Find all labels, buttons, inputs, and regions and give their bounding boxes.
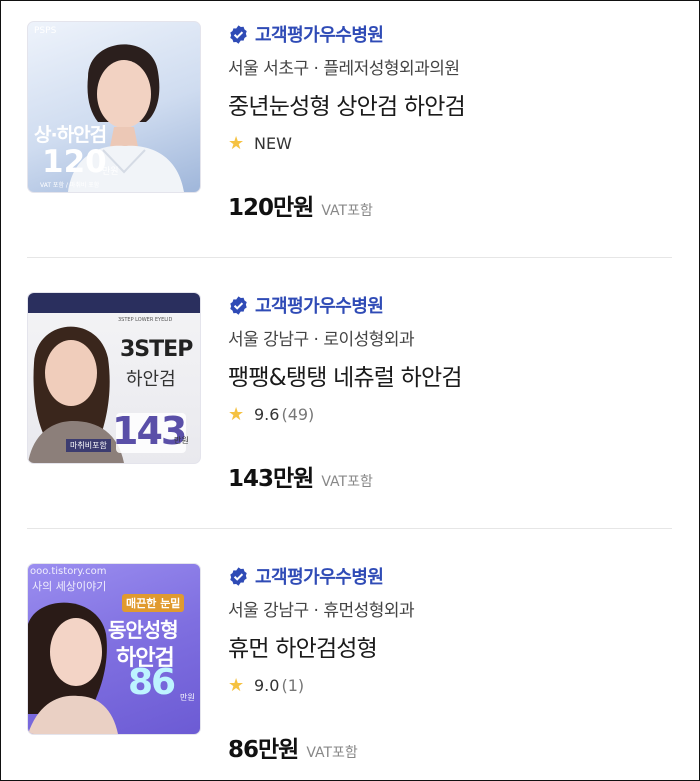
thumb-tag: 매끈한 눈밑 [122, 594, 185, 612]
price-row: 86만원 VAT포함 [228, 730, 358, 764]
thumb-subtitle: 3STEP LOWER EYELID [118, 317, 173, 323]
rating-score: 9.6 [254, 404, 280, 424]
thumb-headline: 상·하안검 [34, 124, 107, 146]
badge-label: 고객평가우수병원 [255, 25, 384, 46]
price: 120만원 [228, 195, 314, 221]
rating-new-label: NEW [254, 133, 292, 153]
thumb-watermark: ooo.tistory.com [30, 566, 107, 577]
thumb-watermark-2: 사의 세상이야기 [32, 580, 107, 593]
thumb-headline-1: 동안성형 [108, 618, 179, 642]
thumb-headline-2: 하안검 [126, 369, 176, 390]
divider [27, 257, 672, 258]
listing-thumbnail[interactable]: 3STEP LOWER EYELID 3STEP 하안검 143 만원 마취비포… [27, 292, 201, 464]
thumb-price-chip: 120 만원 [28, 144, 140, 182]
listing-info: 고객평가우수병원 서울 서초구 · 플레저성형외과의원 중년눈성형 상안검 하안… [228, 22, 668, 154]
price: 143만원 [228, 466, 314, 492]
star-icon: ★ [228, 674, 245, 696]
review-count: (1) [281, 675, 305, 695]
verified-badge: 고객평가우수병원 [228, 22, 668, 46]
badge-label: 고객평가우수병원 [255, 296, 384, 317]
star-icon: ★ [228, 132, 245, 154]
verified-badge: 고객평가우수병원 [228, 293, 668, 317]
vat-label: VAT포함 [306, 745, 358, 761]
verified-badge: 고객평가우수병원 [228, 564, 668, 588]
thumb-note: VAT 포함 / 마취비 포함 [40, 182, 100, 189]
vat-label: VAT포함 [321, 474, 373, 490]
rating-row: ★ 9.6 (49) [228, 403, 668, 425]
thumb-price-unit: 만원 [102, 167, 119, 177]
badge-label: 고객평가우수병원 [255, 567, 384, 588]
verified-check-icon [230, 566, 247, 586]
thumb-price-value: 120 [42, 144, 107, 180]
thumb-price-value: 143 [112, 409, 187, 453]
listing-info: 고객평가우수병원 서울 강남구 · 로이성형외과 팽팽&탱탱 네츄럴 하안검 ★… [228, 293, 668, 425]
listing-thumbnail[interactable]: PSPS 상·하안검 120 만원 VAT 포함 / 마취비 포함 [27, 21, 201, 193]
divider [27, 528, 672, 529]
clinic-location: 서울 강남구 · 로이성형외과 [228, 330, 415, 350]
verified-check-icon [230, 295, 247, 315]
review-count: (49) [281, 404, 315, 424]
star-icon: ★ [228, 403, 245, 425]
price: 86만원 [228, 737, 299, 763]
rating-row: ★ NEW [228, 132, 668, 154]
rating-row: ★ 9.0 (1) [228, 674, 668, 696]
thumb-price-unit: 만원 [180, 693, 195, 702]
price-row: 143만원 VAT포함 [228, 459, 373, 493]
thumb-price-value: 86 [128, 662, 176, 703]
thumb-price-unit: 만원 [174, 436, 189, 445]
thumb-brand: PSPS [34, 26, 57, 36]
listing-info: 고객평가우수병원 서울 강남구 · 휴먼성형외과 휴먼 하안검성형 ★ 9.0 … [228, 564, 668, 696]
thumb-headline-1: 3STEP [120, 337, 193, 362]
listing-title[interactable]: 휴먼 하안검성형 [228, 629, 668, 662]
vat-label: VAT포함 [321, 203, 373, 219]
clinic-location: 서울 서초구 · 플레저성형외과의원 [228, 59, 460, 79]
listing-title[interactable]: 중년눈성형 상안검 하안검 [228, 87, 668, 120]
rating-score: 9.0 [254, 675, 280, 695]
clinic-location: 서울 강남구 · 휴먼성형외과 [228, 601, 415, 621]
listing-thumbnail[interactable]: ooo.tistory.com 사의 세상이야기 매끈한 눈밑 동안성형 하안검… [27, 563, 201, 735]
thumb-tag: 마취비포함 [66, 439, 111, 452]
price-row: 120만원 VAT포함 [228, 188, 373, 222]
verified-check-icon [230, 24, 247, 44]
listing-title[interactable]: 팽팽&탱탱 네츄럴 하안검 [228, 358, 668, 391]
